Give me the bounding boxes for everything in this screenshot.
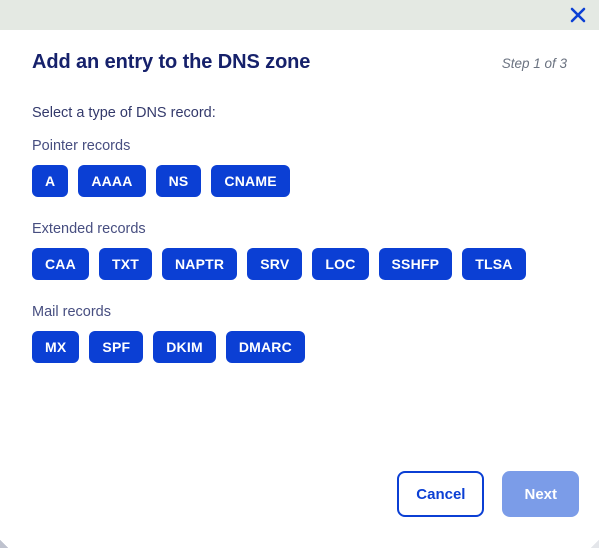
record-chip-row-mail: MX SPF DKIM DMARC	[32, 331, 579, 363]
record-type-srv[interactable]: SRV	[247, 248, 303, 280]
dialog-body: Add an entry to the DNS zone Step 1 of 3…	[0, 30, 599, 530]
record-type-groups: Pointer records A AAAA NS CNAME Extended…	[32, 138, 579, 363]
record-group-pointer: Pointer records A AAAA NS CNAME	[32, 138, 579, 197]
record-type-naptr[interactable]: NAPTR	[161, 248, 238, 280]
record-type-aaaa[interactable]: AAAA	[78, 165, 146, 197]
record-type-loc[interactable]: LOC	[312, 248, 369, 280]
close-icon-glyph	[570, 7, 586, 23]
instruction-text: Select a type of DNS record:	[32, 105, 216, 121]
record-chip-row-extended: CAA TXT NAPTR SRV LOC SSHFP TLSA	[32, 248, 579, 280]
record-type-a[interactable]: A	[32, 165, 69, 197]
dns-record-dialog: Add an entry to the DNS zone Step 1 of 3…	[0, 0, 599, 548]
group-label-extended: Extended records	[32, 221, 146, 237]
record-type-sshfp[interactable]: SSHFP	[378, 248, 453, 280]
record-type-txt[interactable]: TXT	[98, 248, 152, 280]
close-icon[interactable]	[565, 2, 591, 28]
dialog-footer: Cancel Next	[32, 471, 579, 517]
next-button[interactable]: Next	[502, 471, 579, 517]
cancel-button[interactable]: Cancel	[397, 471, 485, 517]
record-chip-row-pointer: A AAAA NS CNAME	[32, 165, 579, 197]
dialog-header: Add an entry to the DNS zone Step 1 of 3	[32, 51, 567, 74]
record-type-tlsa[interactable]: TLSA	[462, 248, 526, 280]
page-title: Add an entry to the DNS zone	[32, 51, 311, 73]
record-type-dmarc[interactable]: DMARC	[225, 331, 305, 363]
step-indicator: Step 1 of 3	[501, 56, 567, 71]
record-group-mail: Mail records MX SPF DKIM DMARC	[32, 304, 579, 363]
record-type-cname[interactable]: CNAME	[211, 165, 290, 197]
bottom-left-corner-mark	[0, 540, 8, 548]
record-type-caa[interactable]: CAA	[32, 248, 89, 280]
record-type-spf[interactable]: SPF	[89, 331, 144, 363]
record-type-dkim[interactable]: DKIM	[153, 331, 216, 363]
record-type-ns[interactable]: NS	[155, 165, 202, 197]
page-bottom-area	[0, 530, 599, 548]
group-label-mail: Mail records	[32, 304, 111, 320]
record-group-extended: Extended records CAA TXT NAPTR SRV LOC S…	[32, 221, 579, 280]
record-type-mx[interactable]: MX	[32, 331, 80, 363]
group-label-pointer: Pointer records	[32, 138, 131, 154]
window-title-bar	[0, 0, 599, 30]
bottom-right-corner-mark	[591, 540, 599, 548]
